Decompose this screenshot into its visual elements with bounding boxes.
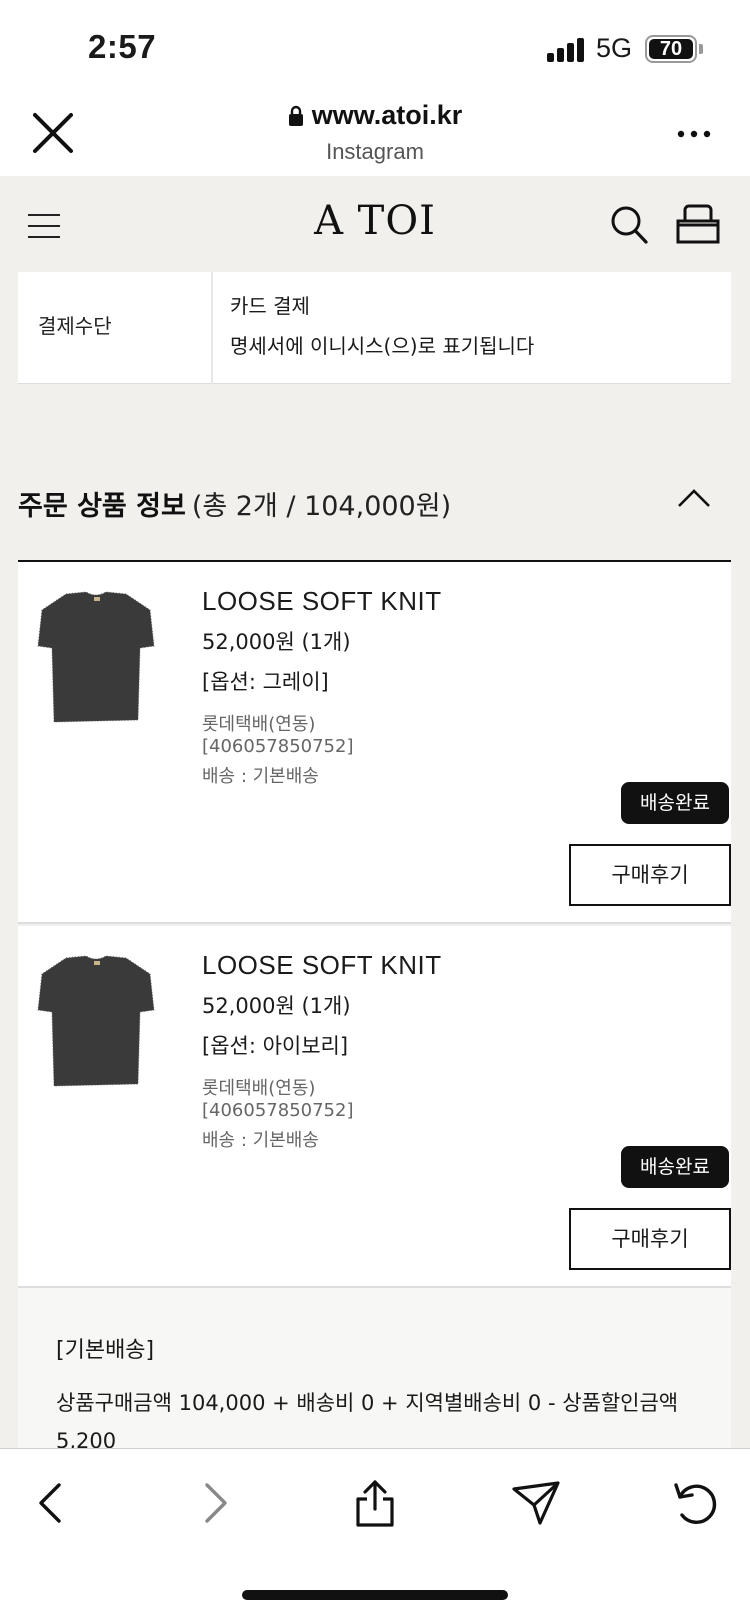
url-text: www.atoi.kr <box>311 100 463 130</box>
payment-table: 결제수단 카드 결제 명세서에 이니시스(으)로 표기됩니다 <box>18 272 731 384</box>
battery-level: 70 <box>649 39 693 59</box>
table-divider <box>211 272 213 384</box>
more-button[interactable] <box>676 126 712 140</box>
chevron-up-icon <box>678 489 710 507</box>
status-time: 2:57 <box>88 28 157 65</box>
product-thumbnail[interactable] <box>32 952 160 1092</box>
site-header: A TOI <box>0 176 750 272</box>
delivery-type: 배송 : 기본배송 <box>202 766 319 787</box>
search-icon <box>611 206 648 244</box>
forward-button[interactable] <box>188 1477 240 1529</box>
cart-icon <box>676 204 720 244</box>
product-item: LOOSE SOFT KNIT 52,000원 (1개) [옵션: 그레이] 롯… <box>18 562 731 924</box>
send-button[interactable] <box>510 1477 562 1529</box>
status-badge: 배송완료 <box>621 1146 729 1188</box>
share-icon <box>356 1480 394 1527</box>
status-bar: 2:57 5G 70 <box>0 0 750 92</box>
status-badge: 배송완료 <box>621 782 729 824</box>
chevron-left-icon <box>39 1483 61 1523</box>
review-button[interactable]: 구매후기 <box>569 1208 731 1270</box>
order-section-header[interactable]: 주문 상품 정보 (총 2개 / 104,000원) <box>18 484 731 524</box>
shipping-title: [기본배송] <box>56 1338 155 1363</box>
courier: 롯데택배(연동) <box>202 1078 316 1099</box>
payment-label: 결제수단 <box>38 314 112 338</box>
network-label: 5G <box>596 33 633 63</box>
back-button[interactable] <box>26 1477 78 1529</box>
product-price: 52,000원 (1개) <box>202 630 351 654</box>
chevron-right-icon <box>205 1483 227 1523</box>
address-bar[interactable]: www.atoi.kr Instagram <box>0 100 750 165</box>
tracking-number[interactable]: [406057850752] <box>202 736 353 757</box>
courier: 롯데택배(연동) <box>202 714 316 735</box>
product-option: [옵션: 그레이] <box>202 670 329 694</box>
product-item: LOOSE SOFT KNIT 52,000원 (1개) [옵션: 아이보리] … <box>18 926 731 1288</box>
lock-icon <box>288 105 303 126</box>
payment-note: 명세서에 이니시스(으)로 표기됩니다 <box>230 334 535 358</box>
order-summary: (총 2개 / 104,000원) <box>191 491 452 522</box>
product-name[interactable]: LOOSE SOFT KNIT <box>202 950 442 981</box>
review-button[interactable]: 구매후기 <box>569 844 731 906</box>
reload-button[interactable] <box>670 1477 722 1529</box>
share-button[interactable] <box>349 1477 401 1529</box>
order-title: 주문 상품 정보 <box>18 491 186 522</box>
reload-icon <box>674 1483 717 1524</box>
source-label: Instagram <box>326 139 424 164</box>
cart-button[interactable] <box>676 204 720 244</box>
product-name[interactable]: LOOSE SOFT KNIT <box>202 586 442 617</box>
home-indicator <box>242 1590 508 1600</box>
battery-icon: 70 <box>645 35 697 63</box>
payment-method: 카드 결제 <box>230 294 310 318</box>
product-option: [옵션: 아이보리] <box>202 1034 349 1058</box>
tracking-number[interactable]: [406057850752] <box>202 1100 353 1121</box>
shipping-summary: [기본배송] 상품구매금액 104,000 + 배송비 0 + 지역별배송비 0… <box>18 1288 731 1453</box>
browser-header: www.atoi.kr Instagram <box>0 92 750 176</box>
battery-tip <box>699 44 703 54</box>
product-thumbnail[interactable] <box>32 588 160 728</box>
product-price: 52,000원 (1개) <box>202 994 351 1018</box>
more-icon <box>677 130 711 138</box>
search-button[interactable] <box>609 204 649 246</box>
collapse-button[interactable] <box>676 486 712 510</box>
send-icon <box>512 1481 560 1525</box>
delivery-type: 배송 : 기본배송 <box>202 1130 319 1151</box>
signal-icon <box>547 38 585 62</box>
